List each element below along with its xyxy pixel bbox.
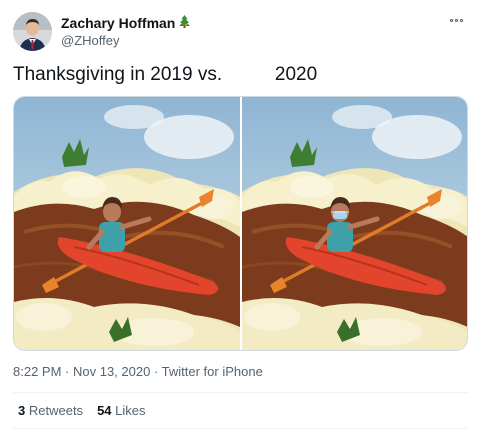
- likes-label: Likes: [115, 403, 146, 418]
- divider: [13, 392, 468, 393]
- tweet-text-part2: 2020: [274, 64, 318, 85]
- gravy-kayak-image: [14, 97, 240, 350]
- display-name-text[interactable]: Zachary Hoffman: [61, 15, 175, 32]
- tweet-meta: 8:22 PM · Nov 13, 2020 · Twitter for iPh…: [13, 364, 263, 379]
- tweet-text-part1: Thanksgiving in 2019 vs.: [13, 64, 223, 85]
- handle[interactable]: @ZHoffey: [61, 32, 190, 50]
- photo-2019[interactable]: [14, 97, 240, 350]
- photo-2020[interactable]: [242, 97, 467, 350]
- tweet-media[interactable]: [13, 96, 468, 351]
- likes-count: 54: [97, 403, 112, 418]
- tweet-header: Zachary Hoffman @ZHoffey: [13, 12, 468, 54]
- more-icon[interactable]: [446, 12, 466, 28]
- tweet-text: Thanksgiving in 2019 vs. 2020: [13, 63, 317, 87]
- display-name[interactable]: Zachary Hoffman: [61, 15, 191, 32]
- avatar[interactable]: [13, 12, 52, 51]
- christmas-tree-icon: [179, 15, 191, 32]
- tweet-source[interactable]: Twitter for iPhone: [162, 364, 263, 379]
- tweet-date[interactable]: Nov 13, 2020: [73, 364, 150, 379]
- retweets-stat[interactable]: 3 Retweets: [18, 403, 83, 418]
- tweet-stats: 3 Retweets 54 Likes: [18, 403, 146, 418]
- retweets-label: Retweets: [28, 403, 84, 418]
- author-info: Zachary Hoffman @ZHoffey: [61, 15, 191, 50]
- gravy-kayak-mask-image: [242, 97, 467, 350]
- likes-stat[interactable]: 54 Likes: [97, 403, 145, 418]
- retweets-count: 3: [18, 403, 26, 418]
- avatar-image: [13, 12, 52, 51]
- divider: [13, 428, 468, 429]
- tweet-time[interactable]: 8:22 PM: [13, 364, 61, 379]
